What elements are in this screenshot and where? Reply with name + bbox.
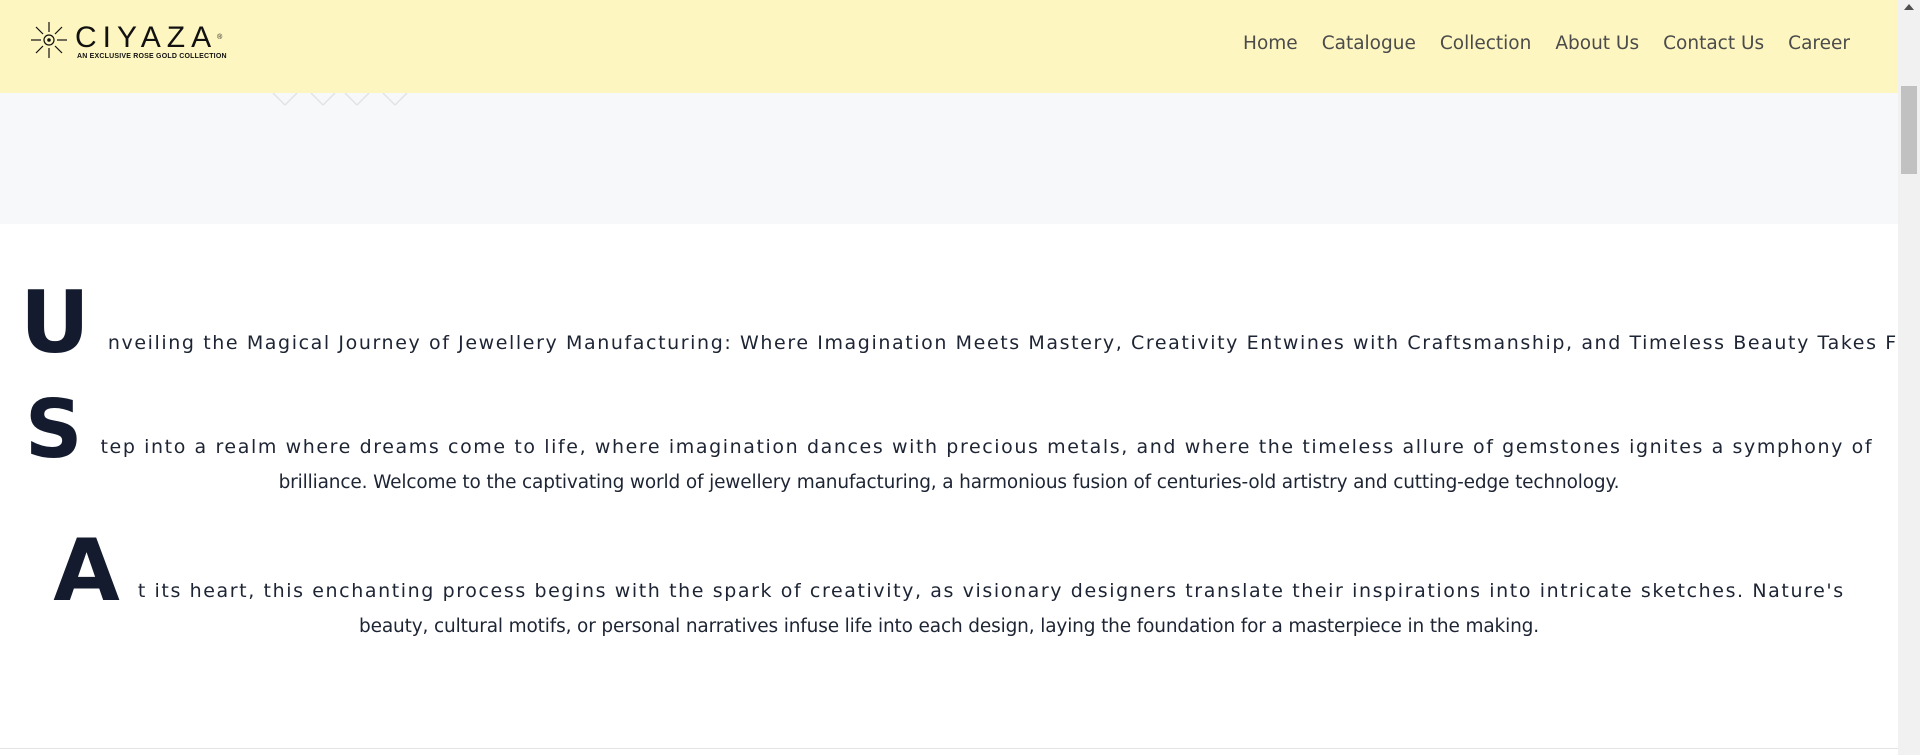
drop-cap: A: [53, 521, 120, 621]
scrollbar-thumb[interactable]: [1901, 86, 1917, 174]
paragraph-text-continued: brilliance. Welcome to the captivating w…: [278, 472, 1620, 493]
intro-paragraph-3: A t its heart, this enchanting process b…: [0, 528, 1898, 637]
hero-banner: [0, 92, 1898, 224]
paragraph-text: t its heart, this enchanting process beg…: [137, 580, 1845, 602]
ornament-decoration-icon: [272, 92, 408, 106]
drop-cap: U: [20, 273, 90, 373]
brand-tagline: AN EXCLUSIVE ROSE GOLD COLLECTION: [77, 53, 227, 60]
registered-mark: ®: [217, 34, 223, 41]
section-divider: [0, 748, 1898, 749]
nav-about-us[interactable]: About Us: [1555, 33, 1639, 54]
brand-logo[interactable]: CIYAZA® AN EXCLUSIVE ROSE GOLD COLLECTIO…: [29, 20, 227, 60]
nav-home[interactable]: Home: [1243, 33, 1298, 54]
intro-paragraph-1: U nveiling the Magical Journey of Jewell…: [20, 273, 1920, 373]
paragraph-text: nveiling the Magical Journey of Jeweller…: [107, 332, 1920, 354]
scroll-up-arrow-icon[interactable]: [1904, 4, 1914, 10]
nav-career[interactable]: Career: [1788, 33, 1850, 54]
main-nav: Home Catalogue Collection About Us Conta…: [1219, 33, 1850, 54]
brand-name: CIYAZA: [75, 21, 218, 54]
intro-section: U nveiling the Magical Journey of Jewell…: [0, 224, 1920, 748]
paragraph-text: tep into a realm where dreams come to li…: [100, 436, 1874, 458]
vertical-scrollbar[interactable]: [1898, 0, 1920, 755]
paragraph-text-continued: beauty, cultural motifs, or personal nar…: [359, 616, 1539, 637]
sun-star-logo-icon: [31, 22, 67, 58]
intro-paragraph-2: S tep into a realm where dreams come to …: [0, 383, 1898, 494]
nav-collection[interactable]: Collection: [1440, 33, 1532, 54]
site-header: CIYAZA® AN EXCLUSIVE ROSE GOLD COLLECTIO…: [0, 0, 1898, 93]
nav-catalogue[interactable]: Catalogue: [1322, 33, 1416, 54]
drop-cap: S: [24, 383, 83, 476]
nav-contact-us[interactable]: Contact Us: [1663, 33, 1764, 54]
brand-wordmark: CIYAZA® AN EXCLUSIVE ROSE GOLD COLLECTIO…: [75, 21, 227, 61]
